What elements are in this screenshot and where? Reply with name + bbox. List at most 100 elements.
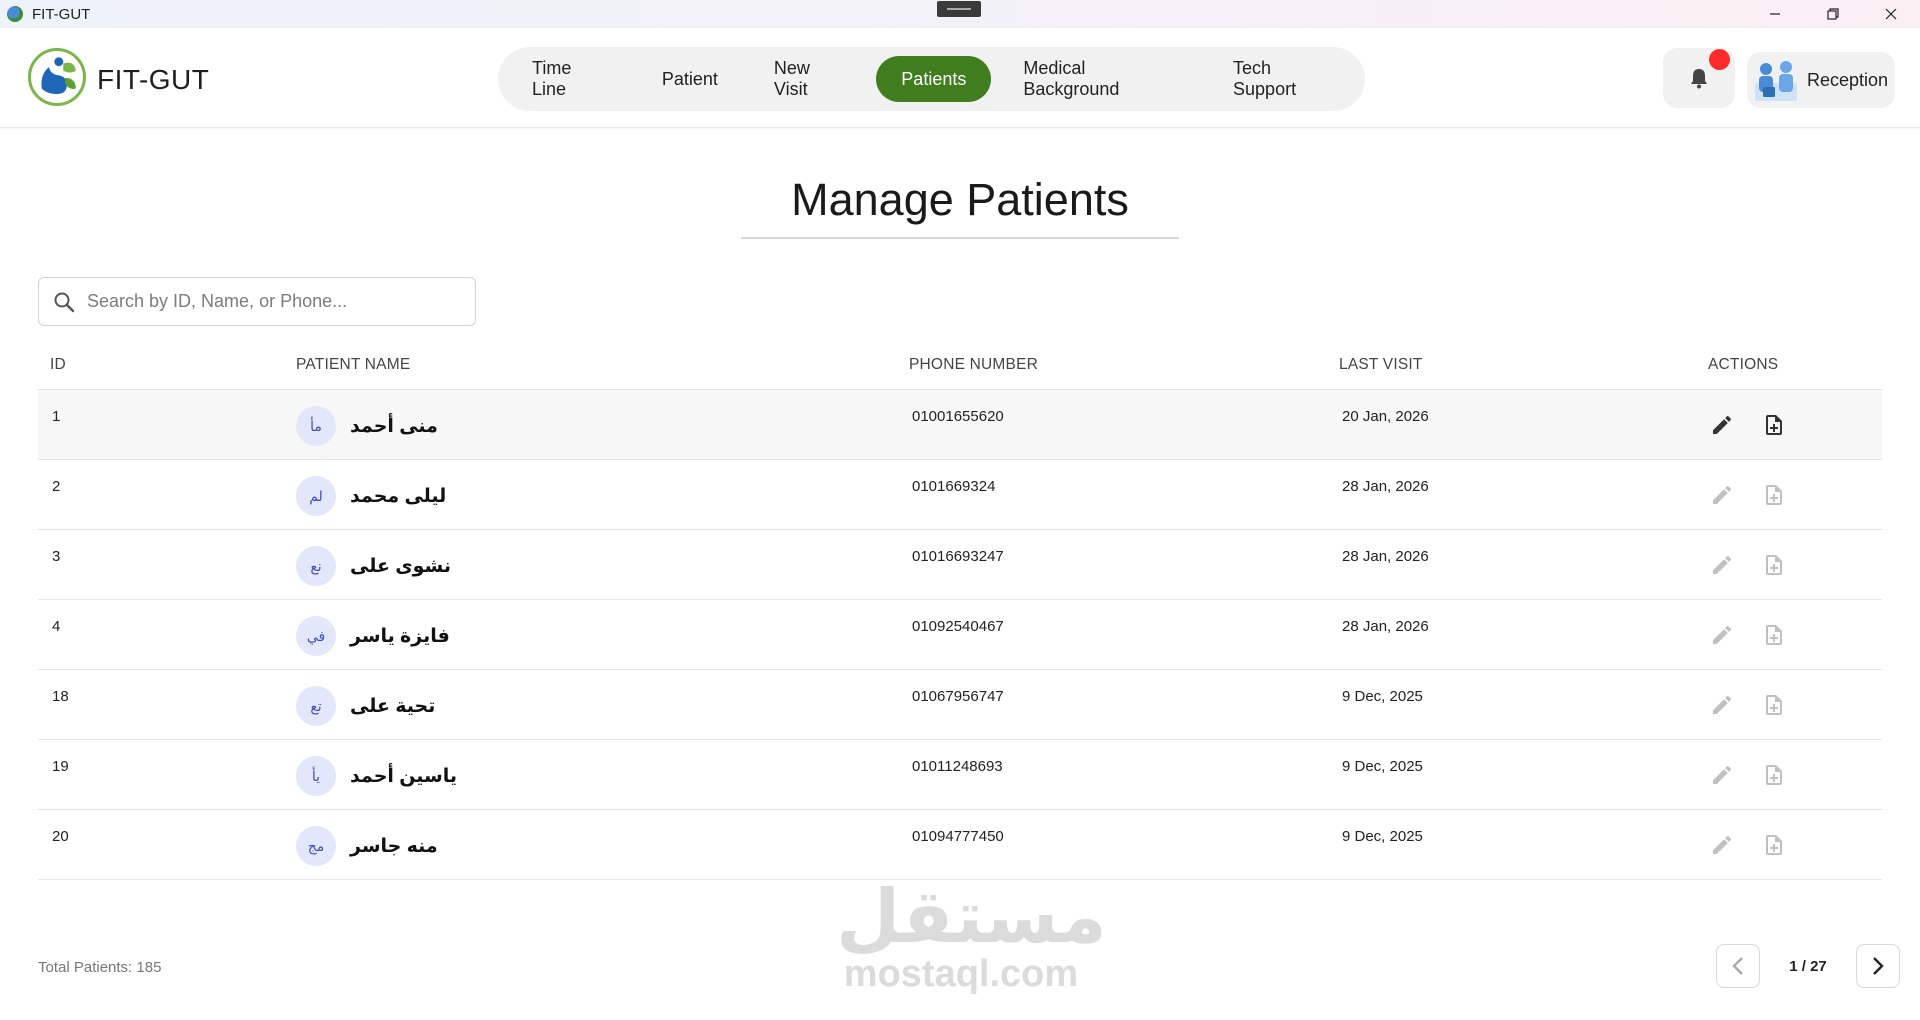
column-header-last-visit: LAST VISIT — [1339, 356, 1423, 373]
bell-icon — [1691, 69, 1707, 89]
patient-phone: 0101669324 — [912, 478, 996, 495]
patient-avatar: في — [296, 616, 336, 656]
edit-icon[interactable] — [1710, 413, 1734, 437]
patient-last-visit: 28 Jan, 2026 — [1342, 478, 1429, 495]
nav-item-timeline[interactable]: Time Line — [508, 56, 630, 102]
patient-name: تحية على — [350, 696, 436, 717]
patient-phone: 01001655620 — [912, 408, 1004, 425]
user-menu[interactable]: Reception — [1747, 52, 1895, 108]
logo-icon — [28, 48, 86, 106]
patient-phone: 01092540467 — [912, 618, 1004, 635]
patient-avatar: لم — [296, 476, 336, 516]
page-title: Manage Patients — [791, 174, 1129, 225]
patient-id: 19 — [52, 758, 69, 775]
patient-name: نشوى على — [350, 556, 452, 577]
pagination: 1 / 27 — [1716, 944, 1900, 988]
restore-button[interactable] — [1804, 0, 1862, 28]
watermark: مستقل mostaql.com — [836, 874, 1107, 1000]
patients-table: ID PATIENT NAME PHONE NUMBER LAST VISIT … — [38, 346, 1882, 880]
window-title: FIT-GUT — [32, 5, 91, 23]
table-row[interactable]: 2 لم ليلى محمد 0101669324 28 Jan, 2026 — [38, 460, 1882, 530]
total-patients: Total Patients: 185 — [38, 959, 162, 976]
edit-icon[interactable] — [1710, 483, 1734, 507]
patient-name: منه جاسر — [350, 836, 438, 857]
nav-item-new-visit[interactable]: New Visit — [750, 56, 868, 102]
chevron-right-icon — [1873, 957, 1884, 975]
brand-name: FIT-GUT — [97, 64, 210, 95]
close-button[interactable] — [1862, 0, 1920, 28]
table-row[interactable]: 1 مأ منى أحمد 01001655620 20 Jan, 2026 — [38, 390, 1882, 460]
add-document-icon[interactable] — [1762, 483, 1786, 507]
table-row[interactable]: 4 في فايزة ياسر 01092540467 28 Jan, 2026 — [38, 600, 1882, 670]
main-nav: Time Line Patient New Visit Patients Med… — [498, 47, 1365, 111]
user-role: Reception — [1807, 69, 1889, 90]
patient-phone: 01067956747 — [912, 688, 1004, 705]
patient-last-visit: 9 Dec, 2025 — [1342, 688, 1423, 705]
patient-last-visit: 28 Jan, 2026 — [1342, 618, 1429, 635]
close-icon — [1885, 8, 1897, 20]
patient-id: 20 — [52, 828, 69, 845]
table-row[interactable]: 20 مج منه جاسر 01094777450 9 Dec, 2025 — [38, 810, 1882, 880]
patient-last-visit: 9 Dec, 2025 — [1342, 758, 1423, 775]
previous-page-button[interactable] — [1716, 944, 1760, 988]
edit-icon[interactable] — [1710, 553, 1734, 577]
drag-handle[interactable] — [937, 1, 981, 17]
edit-icon[interactable] — [1710, 833, 1734, 857]
table-row[interactable]: 3 نع نشوى على 01016693247 28 Jan, 2026 — [38, 530, 1882, 600]
nav-item-medical-background[interactable]: Medical Background — [999, 56, 1201, 102]
add-document-icon[interactable] — [1762, 413, 1786, 437]
nav-item-tech-support[interactable]: Tech Support — [1209, 56, 1357, 102]
page-indicator: 1 / 27 — [1789, 957, 1827, 975]
edit-icon[interactable] — [1710, 763, 1734, 787]
nav-item-patients[interactable]: Patients — [876, 56, 992, 102]
patient-name: ياسين أحمد — [350, 766, 458, 787]
patient-id: 18 — [52, 688, 69, 705]
search-box — [38, 277, 476, 326]
watermark-latin: mostaql.com — [843, 953, 1079, 995]
patient-last-visit: 9 Dec, 2025 — [1342, 828, 1423, 845]
column-header-phone: PHONE NUMBER — [909, 356, 1038, 373]
patient-phone: 01016693247 — [912, 548, 1004, 565]
column-header-id: ID — [50, 356, 66, 373]
patient-phone: 01094777450 — [912, 828, 1004, 845]
minimize-icon — [1770, 13, 1780, 15]
add-document-icon[interactable] — [1762, 553, 1786, 577]
notifications-button[interactable] — [1663, 48, 1735, 108]
reception-avatar-icon — [1755, 61, 1797, 101]
nav-item-patient[interactable]: Patient — [638, 56, 742, 102]
window-controls — [1746, 0, 1920, 28]
column-header-actions: ACTIONS — [1708, 356, 1779, 373]
notification-badge — [1709, 49, 1730, 70]
add-document-icon[interactable] — [1762, 693, 1786, 717]
minimize-button[interactable] — [1746, 0, 1804, 28]
patient-id: 2 — [52, 478, 61, 495]
search-icon — [54, 292, 75, 312]
patient-avatar: مأ — [296, 406, 336, 446]
title-divider — [741, 237, 1179, 239]
table-row[interactable]: 19 يأ ياسين أحمد 01011248693 9 Dec, 2025 — [38, 740, 1882, 810]
watermark-arabic: مستقل — [836, 874, 1107, 960]
next-page-button[interactable] — [1856, 944, 1900, 988]
search-input[interactable] — [87, 291, 447, 312]
add-document-icon[interactable] — [1762, 763, 1786, 787]
patient-avatar: يأ — [296, 756, 336, 796]
patient-name: منى أحمد — [350, 416, 438, 437]
app-header: FIT-GUT Time Line Patient New Visit Pati… — [0, 28, 1920, 128]
table-header: ID PATIENT NAME PHONE NUMBER LAST VISIT … — [38, 346, 1882, 390]
patient-avatar: نع — [296, 546, 336, 586]
table-row[interactable]: 18 تع تحية على 01067956747 9 Dec, 2025 — [38, 670, 1882, 740]
edit-icon[interactable] — [1710, 693, 1734, 717]
patient-id: 4 — [52, 618, 61, 635]
patient-id: 3 — [52, 548, 61, 565]
patient-avatar: تع — [296, 686, 336, 726]
window-titlebar: FIT-GUT — [0, 0, 1920, 28]
app-icon — [7, 6, 23, 22]
add-document-icon[interactable] — [1762, 623, 1786, 647]
edit-icon[interactable] — [1710, 623, 1734, 647]
add-document-icon[interactable] — [1762, 833, 1786, 857]
chevron-left-icon — [1732, 957, 1743, 975]
patient-id: 1 — [52, 408, 61, 425]
restore-icon — [1827, 8, 1839, 20]
patient-name: فايزة ياسر — [350, 626, 450, 647]
patient-name: ليلى محمد — [350, 486, 447, 507]
